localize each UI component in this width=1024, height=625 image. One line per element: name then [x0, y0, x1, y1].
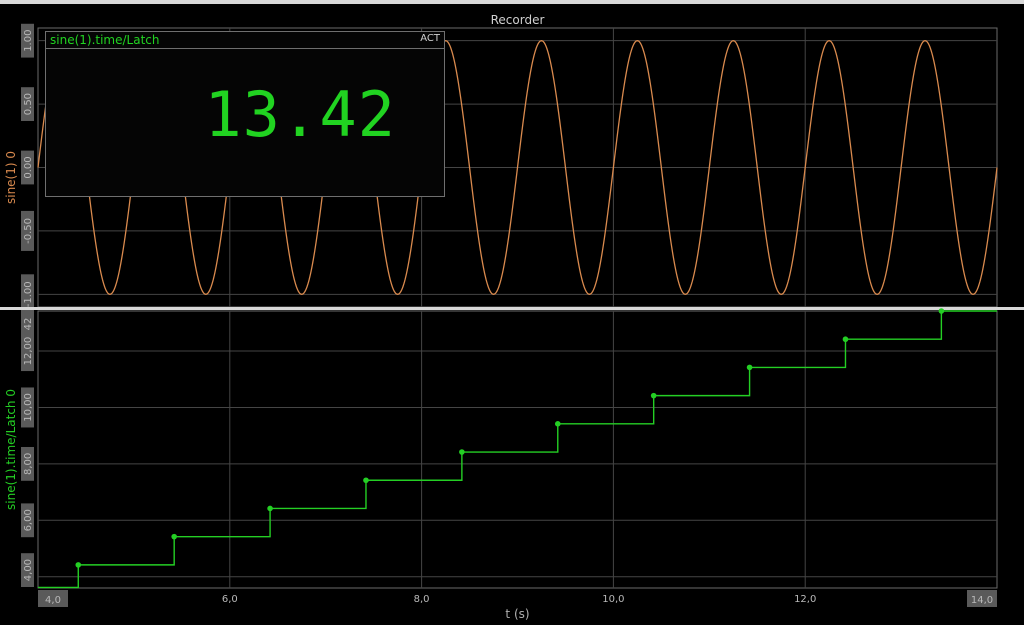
bottom-ytick-label-1: 12,00: [23, 337, 34, 366]
latch-marker-9: [938, 308, 945, 314]
bottom-ytick-label-5: 4,00: [23, 559, 34, 581]
chart-title: Recorder: [491, 13, 545, 27]
latch-marker-0: [75, 562, 82, 568]
xtick-label-4: 12,0: [794, 594, 816, 605]
top-ytick-label-2: 0.00: [23, 156, 34, 178]
xtick-label-3: 10,0: [602, 594, 624, 605]
top-ytick-label-4: -1.00: [23, 281, 34, 307]
top-ytick-label-1: 0.50: [23, 93, 34, 115]
bottom-plot-area: [37, 310, 998, 589]
digital-display[interactable]: sine(1).time/Latch ACT 13.42: [45, 31, 445, 197]
top-y-axis-label: sine(1) 0: [4, 151, 18, 204]
latch-marker-2: [267, 505, 273, 512]
xtick-label-1: 6,0: [222, 594, 238, 605]
latch-marker-3: [363, 477, 369, 484]
latch-marker-7: [746, 364, 753, 371]
latch-marker-5: [554, 421, 561, 427]
xtick-label-0: 4,0: [45, 595, 61, 606]
display-title: sine(1).time/Latch: [50, 33, 160, 47]
bottom-ytick-label-3: 8,00: [23, 453, 34, 475]
x-axis-label: t (s): [505, 607, 529, 621]
display-divider: [46, 48, 444, 49]
xtick-label-2: 8,0: [414, 594, 430, 605]
top-ytick-label-0: 1.00: [23, 30, 34, 52]
latch-marker-8: [842, 336, 849, 343]
display-mode: ACT: [420, 33, 440, 44]
xtick-label-5: 14,0: [971, 595, 993, 606]
bottom-ytick-label-2: 10,00: [23, 393, 34, 422]
display-value: 13.42: [204, 78, 396, 151]
top-ytick-label-3: -0.50: [23, 218, 34, 244]
recorder-window: Recorder 1.00 0.50 0.00 -0.50 -1.00 sine(1) 0 1…: [0, 0, 1024, 625]
bottom-ytick-label-4: 6,00: [23, 509, 34, 531]
latch-marker-6: [650, 392, 657, 399]
latch-marker-1: [171, 533, 177, 540]
bottom-y-axis-label: sine(1).time/Latch 0: [4, 389, 18, 510]
latch-marker-4: [459, 449, 465, 455]
panel-separator: [0, 307, 1024, 310]
